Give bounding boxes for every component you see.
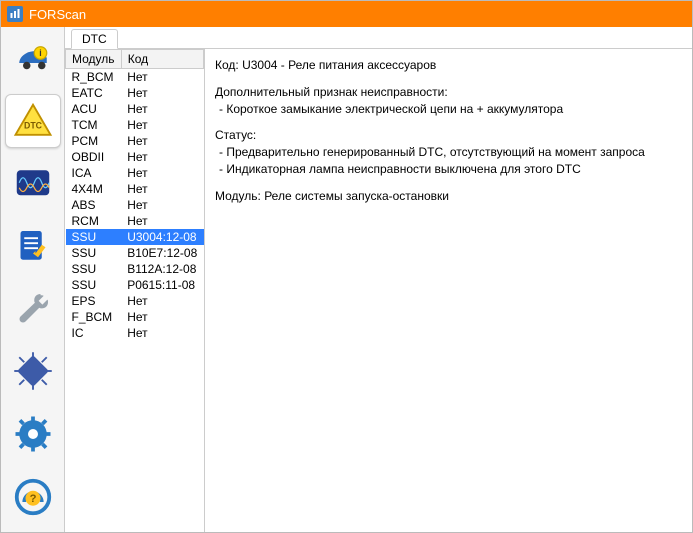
cell-module: ICA — [66, 165, 122, 181]
dtc-table: Модуль Код R_BCMНетEATCНетACUНетTCMНетPC… — [65, 49, 204, 341]
cell-code: Нет — [121, 213, 203, 229]
table-row[interactable]: SSUU3004:12-08 — [66, 229, 204, 245]
svg-text:DTC: DTC — [24, 120, 43, 130]
cell-code: Нет — [121, 117, 203, 133]
sidebar-item-help[interactable]: ? — [5, 469, 61, 524]
table-row[interactable]: ACUНет — [66, 101, 204, 117]
cell-code: Нет — [121, 85, 203, 101]
content: Модуль Код R_BCMНетEATCНетACUНетTCMНетPC… — [65, 49, 692, 532]
table-row[interactable]: SSUB112A:12-08 — [66, 261, 204, 277]
titlebar: FORScan — [1, 1, 692, 27]
table-row[interactable]: ICAНет — [66, 165, 204, 181]
table-row[interactable]: ICНет — [66, 325, 204, 341]
cell-module: RCM — [66, 213, 122, 229]
cell-code: P0615:11-08 — [121, 277, 203, 293]
cell-module: EATC — [66, 85, 122, 101]
cell-module: TCM — [66, 117, 122, 133]
app-icon — [7, 6, 23, 22]
cell-code: Нет — [121, 197, 203, 213]
details-module: Модуль: Реле системы запуска-остановки — [215, 188, 682, 205]
cell-code: Нет — [121, 165, 203, 181]
tabbar: DTC — [65, 27, 692, 49]
details-panel: Код: U3004 - Реле питания аксессуаров До… — [205, 49, 692, 532]
col-header-code[interactable]: Код — [121, 50, 203, 69]
cell-module: R_BCM — [66, 69, 122, 86]
cell-code: Нет — [121, 293, 203, 309]
details-code: Код: U3004 - Реле питания аксессуаров — [215, 57, 682, 74]
details-sub: Дополнительный признак неисправности: - … — [215, 84, 682, 118]
cell-code: Нет — [121, 149, 203, 165]
sidebar-item-settings[interactable] — [5, 407, 61, 462]
cell-module: SSU — [66, 261, 122, 277]
sidebar: i DTC ? — [1, 27, 65, 532]
svg-text:?: ? — [29, 493, 36, 505]
cell-code: Нет — [121, 325, 203, 341]
details-status: Статус: - Предварительно генерированный … — [215, 127, 682, 177]
sidebar-item-tests[interactable] — [5, 219, 61, 274]
table-row[interactable]: RCMНет — [66, 213, 204, 229]
table-row[interactable]: 4X4MНет — [66, 181, 204, 197]
cell-module: SSU — [66, 245, 122, 261]
table-row[interactable]: SSUB10E7:12-08 — [66, 245, 204, 261]
cell-code: B10E7:12-08 — [121, 245, 203, 261]
body: i DTC ? DTC — [1, 27, 692, 532]
svg-text:i: i — [39, 48, 41, 58]
table-row[interactable]: OBDIIНет — [66, 149, 204, 165]
cell-code: U3004:12-08 — [121, 229, 203, 245]
cell-code: Нет — [121, 69, 203, 86]
table-row[interactable]: EATCНет — [66, 85, 204, 101]
window-title: FORScan — [29, 7, 86, 22]
cell-code: Нет — [121, 309, 203, 325]
table-row[interactable]: SSUP0615:11-08 — [66, 277, 204, 293]
sidebar-item-vehicle[interactable]: i — [5, 31, 61, 86]
table-row[interactable]: ABSНет — [66, 197, 204, 213]
cell-module: F_BCM — [66, 309, 122, 325]
sidebar-item-chip[interactable] — [5, 344, 61, 399]
table-row[interactable]: PCMНет — [66, 133, 204, 149]
sidebar-item-dtc[interactable]: DTC — [5, 94, 61, 149]
cell-module: EPS — [66, 293, 122, 309]
table-row[interactable]: EPSНет — [66, 293, 204, 309]
table-row[interactable]: R_BCMНет — [66, 69, 204, 86]
cell-module: SSU — [66, 277, 122, 293]
cell-code: B112A:12-08 — [121, 261, 203, 277]
col-header-module[interactable]: Модуль — [66, 50, 122, 69]
cell-module: ACU — [66, 101, 122, 117]
table-row[interactable]: F_BCMНет — [66, 309, 204, 325]
sidebar-item-oscilloscope[interactable] — [5, 156, 61, 211]
cell-module: ABS — [66, 197, 122, 213]
cell-module: PCM — [66, 133, 122, 149]
cell-module: SSU — [66, 229, 122, 245]
table-row[interactable]: TCMНет — [66, 117, 204, 133]
cell-module: 4X4M — [66, 181, 122, 197]
cell-code: Нет — [121, 101, 203, 117]
cell-module: OBDII — [66, 149, 122, 165]
cell-code: Нет — [121, 181, 203, 197]
cell-code: Нет — [121, 133, 203, 149]
tab-dtc[interactable]: DTC — [71, 29, 118, 49]
main: DTC Модуль Код R_BCMНетEATCНетACUНетTCMН… — [65, 27, 692, 532]
cell-module: IC — [66, 325, 122, 341]
dtc-table-wrap: Модуль Код R_BCMНетEATCНетACUНетTCMНетPC… — [65, 49, 205, 532]
sidebar-item-service[interactable] — [5, 282, 61, 337]
